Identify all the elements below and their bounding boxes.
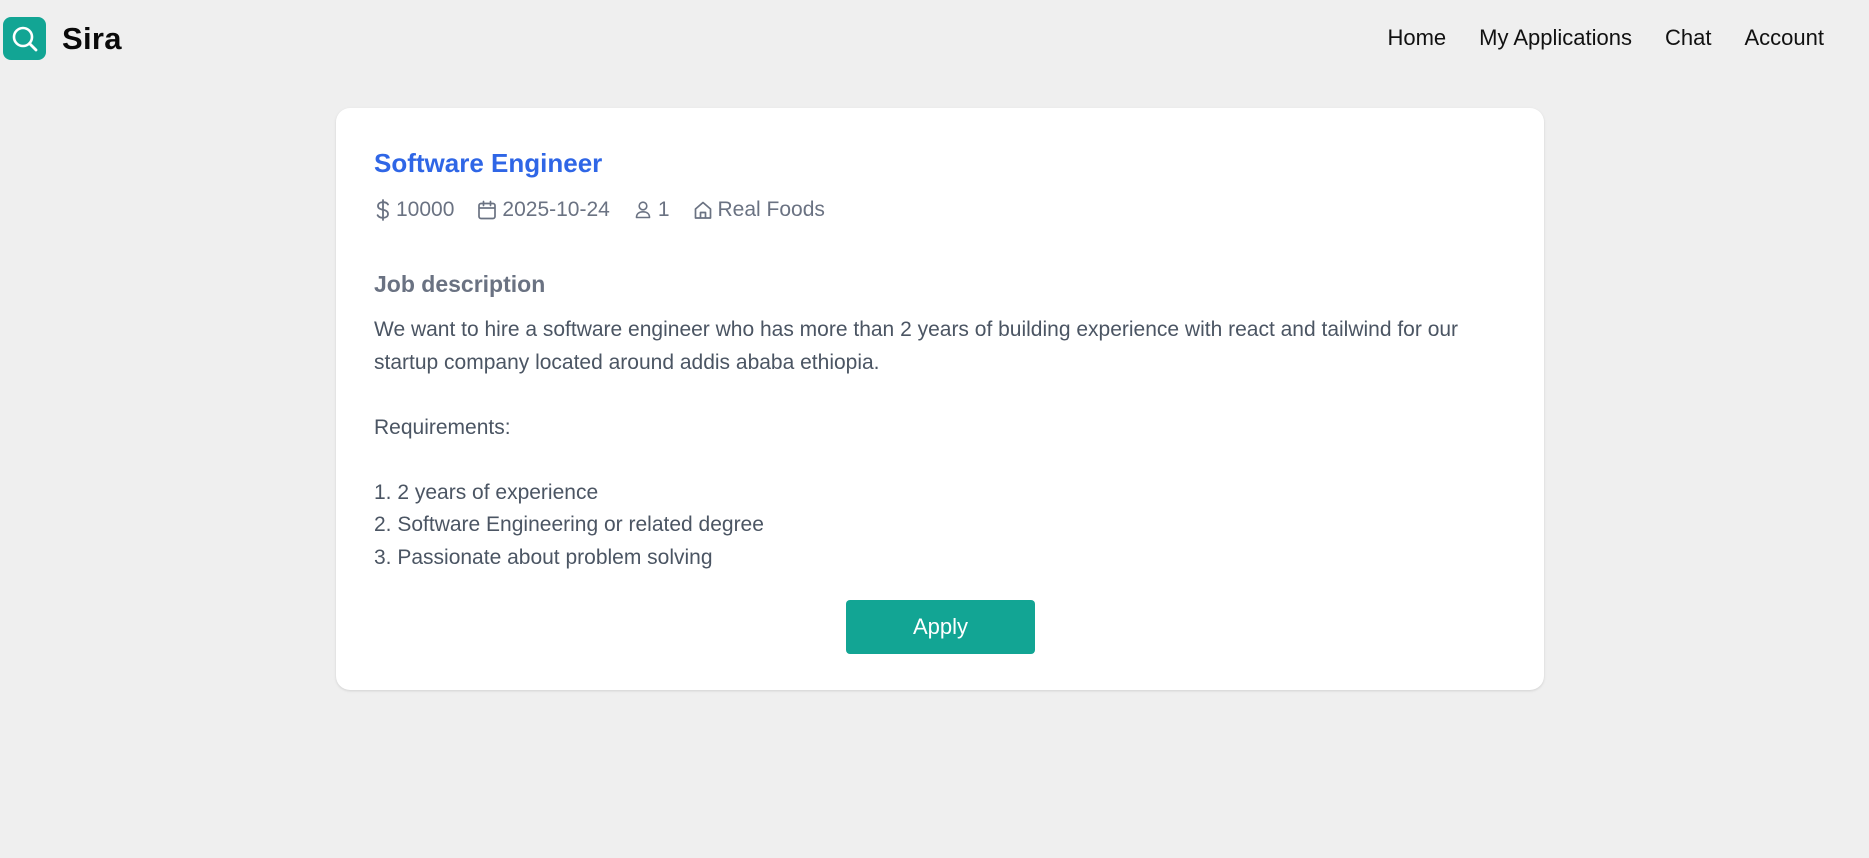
job-description-heading: Job description	[374, 271, 546, 297]
job-description: We want to hire a software engineer who …	[374, 318, 1459, 569]
apply-button[interactable]: Apply	[846, 600, 1035, 654]
job-date-value: 2025-10-24	[502, 198, 610, 221]
brand-logo-link[interactable]: Sira	[3, 17, 122, 60]
job-salary-value: 10000	[396, 198, 455, 221]
job-date: 2025-10-24	[476, 198, 610, 222]
nav-item-chat[interactable]: Chat	[1665, 25, 1711, 51]
job-company: Real Foods	[692, 198, 825, 222]
job-openings-value: 1	[657, 198, 670, 221]
job-company-value: Real Foods	[717, 198, 825, 221]
calendar-icon	[476, 199, 498, 221]
job-detail-card: Software Engineer 10000 2025-10-24 1 Rea…	[336, 108, 1544, 690]
top-navbar: Sira Home My Applications Chat Account	[0, 0, 1869, 80]
brand-name: Sira	[62, 20, 122, 56]
home-icon	[692, 199, 714, 221]
dollar-icon	[374, 198, 392, 222]
nav-item-my-applications[interactable]: My Applications	[1479, 25, 1632, 51]
search-icon	[3, 17, 46, 60]
main-nav: Home My Applications Chat Account	[1387, 25, 1824, 51]
nav-item-home[interactable]: Home	[1387, 25, 1446, 51]
job-meta: 10000 2025-10-24 1 Real Foods	[374, 198, 847, 222]
job-openings: 1	[632, 198, 670, 222]
job-salary: 10000	[374, 198, 454, 222]
user-icon	[632, 199, 654, 221]
nav-item-account[interactable]: Account	[1745, 25, 1825, 51]
job-title: Software Engineer	[374, 148, 603, 178]
